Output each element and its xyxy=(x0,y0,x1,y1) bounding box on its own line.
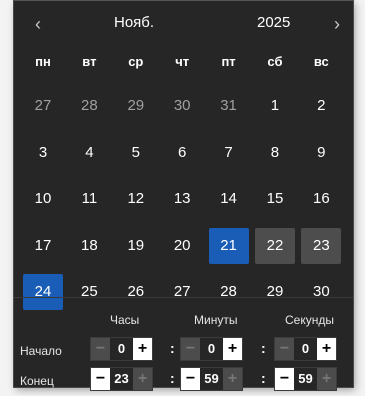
time-separator: : xyxy=(170,370,175,386)
end-seconds-value[interactable]: 59 xyxy=(294,368,317,390)
start-hours-stepper: − 0 + xyxy=(90,337,153,361)
end-hours-increment-button[interactable]: + xyxy=(133,368,152,390)
day-cell[interactable]: 22 xyxy=(254,227,295,264)
start-time-label: Начало xyxy=(20,344,62,358)
day-cell[interactable]: 11 xyxy=(69,181,109,217)
day-cell[interactable]: 2 xyxy=(301,88,341,124)
day-cell[interactable]: 29 xyxy=(255,274,295,310)
end-seconds-increment-button[interactable]: + xyxy=(317,368,336,390)
end-seconds-stepper: − 59 + xyxy=(274,367,337,391)
day-cell[interactable]: 14 xyxy=(209,181,249,217)
day-cell[interactable]: 28 xyxy=(69,88,109,124)
weekday-header-row: пн вт ср чт пт сб вс xyxy=(14,54,353,76)
day-cell[interactable]: 17 xyxy=(23,228,63,264)
day-cell[interactable]: 15 xyxy=(255,181,295,217)
day-cell[interactable]: 3 xyxy=(23,135,63,171)
start-seconds-increment-button[interactable]: + xyxy=(317,338,336,360)
day-cell[interactable]: 25 xyxy=(69,274,109,310)
day-cell[interactable]: 13 xyxy=(162,181,202,217)
weekday-wed: ср xyxy=(128,54,144,69)
day-cell[interactable]: 8 xyxy=(255,135,295,171)
year-label[interactable]: 2025 xyxy=(257,14,290,31)
day-cell[interactable]: 9 xyxy=(301,135,341,171)
day-cell[interactable]: 10 xyxy=(23,181,63,217)
divider xyxy=(14,297,353,298)
day-cell[interactable]: 16 xyxy=(301,181,341,217)
end-seconds-decrement-button[interactable]: − xyxy=(275,368,294,390)
day-cell[interactable]: 21 xyxy=(208,227,249,264)
end-minutes-increment-button[interactable]: + xyxy=(223,368,242,390)
end-time-label: Конец xyxy=(20,374,54,388)
day-cell[interactable]: 23 xyxy=(301,227,342,264)
weekday-thu: чт xyxy=(175,54,190,69)
day-cell[interactable]: 6 xyxy=(162,135,202,171)
end-minutes-value[interactable]: 59 xyxy=(200,368,223,390)
day-cell[interactable]: 18 xyxy=(69,228,109,264)
month-label[interactable]: Нояб. xyxy=(114,14,154,31)
day-cell[interactable]: 4 xyxy=(69,135,109,171)
day-grid: 27 28 29 30 31 1 2 3 4 5 6 7 8 9 10 11 12 13 14 15 16 17 18 19 2… xyxy=(23,88,342,310)
day-cell[interactable]: 5 xyxy=(116,135,156,171)
hours-column-label: Часы xyxy=(110,313,140,327)
day-cell[interactable]: 31 xyxy=(209,88,249,124)
weekday-sat: сб xyxy=(267,54,283,69)
start-minutes-increment-button[interactable]: + xyxy=(223,338,242,360)
day-cell[interactable]: 30 xyxy=(162,88,202,124)
day-cell[interactable]: 12 xyxy=(116,181,156,217)
day-cell[interactable]: 27 xyxy=(23,88,63,124)
start-seconds-value[interactable]: 0 xyxy=(294,338,317,360)
next-month-chevron-icon[interactable]: › xyxy=(325,12,349,36)
end-hours-decrement-button[interactable]: − xyxy=(91,368,110,390)
prev-month-chevron-icon[interactable]: ‹ xyxy=(26,12,50,36)
end-hours-value[interactable]: 23 xyxy=(110,368,133,390)
day-cell[interactable]: 24 xyxy=(23,274,63,310)
date-range-picker-popup: ‹ Нояб. 2025 › пн вт ср чт пт сб вс 27 28… xyxy=(14,0,353,391)
start-hours-increment-button[interactable]: + xyxy=(133,338,152,360)
day-cell[interactable]: 20 xyxy=(162,228,202,264)
start-hours-value[interactable]: 0 xyxy=(110,338,133,360)
weekday-fri: пт xyxy=(221,54,236,69)
time-separator: : xyxy=(261,340,266,356)
start-minutes-stepper: − 0 + xyxy=(180,337,243,361)
end-minutes-stepper: − 59 + xyxy=(180,367,243,391)
minutes-column-label: Минуты xyxy=(194,313,238,327)
day-cell[interactable]: 29 xyxy=(116,88,156,124)
start-hours-decrement-button[interactable]: − xyxy=(91,338,110,360)
time-separator: : xyxy=(170,340,175,356)
weekday-tue: вт xyxy=(82,54,97,69)
day-cell[interactable]: 27 xyxy=(162,274,202,310)
calendar-header: ‹ Нояб. 2025 › xyxy=(14,1,353,47)
day-cell[interactable]: 7 xyxy=(209,135,249,171)
day-cell[interactable]: 28 xyxy=(209,274,249,310)
time-separator: : xyxy=(261,370,266,386)
start-minutes-decrement-button[interactable]: − xyxy=(181,338,200,360)
start-seconds-decrement-button[interactable]: − xyxy=(275,338,294,360)
start-minutes-value[interactable]: 0 xyxy=(200,338,223,360)
seconds-column-label: Секунды xyxy=(285,313,334,327)
day-cell[interactable]: 30 xyxy=(301,274,341,310)
end-hours-stepper: − 23 + xyxy=(90,367,153,391)
day-cell[interactable]: 1 xyxy=(255,88,295,124)
weekday-sun: вс xyxy=(313,54,329,69)
start-seconds-stepper: − 0 + xyxy=(274,337,337,361)
weekday-mon: пн xyxy=(35,54,51,69)
day-cell[interactable]: 19 xyxy=(116,228,156,264)
day-cell[interactable]: 26 xyxy=(116,274,156,310)
end-minutes-decrement-button[interactable]: − xyxy=(181,368,200,390)
